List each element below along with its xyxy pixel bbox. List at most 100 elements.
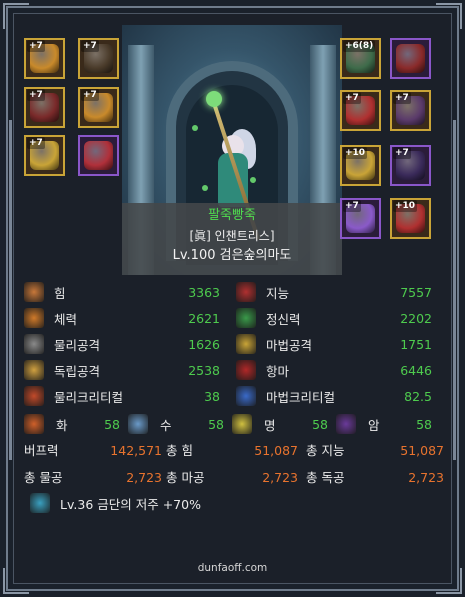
stat-value: 1626 — [188, 336, 220, 352]
leaf-particle — [202, 185, 208, 191]
character-name: 팔죽빵죽 — [208, 208, 256, 223]
vitality-icon — [24, 308, 44, 328]
stat-label: 정신력 — [266, 311, 301, 327]
equipment-slot[interactable]: +7 — [78, 87, 119, 128]
curse-text: Lv.36 금단의 저주 +70% — [60, 496, 201, 512]
stat-row: 마법크리티컬 82.5 — [236, 385, 432, 407]
site-watermark: dunfaoff.com — [197, 562, 268, 574]
stat-value: 2202 — [400, 310, 432, 326]
stat-value: 3363 — [188, 284, 220, 300]
stat-label: 물리크리티컬 — [54, 389, 124, 405]
total-value: 2,723 — [262, 470, 298, 485]
equipment-slot[interactable]: +6(8) — [340, 38, 381, 79]
stat-value: 2621 — [188, 310, 220, 326]
element-label: 수 — [160, 417, 172, 433]
element-resist: 암 58 — [336, 413, 440, 435]
reinforce-badge: +7 — [27, 89, 45, 101]
leaf-particle — [192, 125, 198, 131]
equipment-slot[interactable]: +7 — [78, 38, 119, 79]
reinforce-badge: +7 — [343, 92, 361, 104]
character-title: [眞] 인챈트리스] — [189, 229, 275, 243]
total-label: 총 독공 — [306, 470, 345, 485]
element-resist: 수 58 — [128, 413, 232, 435]
frame-side-ornament — [9, 120, 12, 460]
reinforce-badge: +7 — [393, 147, 411, 159]
total-label: 총 마공 — [166, 470, 205, 485]
stat-value: 7557 — [400, 284, 432, 300]
element-value: 58 — [416, 416, 432, 432]
dark-icon — [336, 414, 356, 434]
curse-icon — [30, 493, 50, 513]
character-level: Lv.100 검은숲의마도 — [172, 248, 292, 263]
reinforce-badge: +7 — [27, 40, 45, 52]
equipment-slot[interactable] — [390, 38, 431, 79]
total-label: 총 물공 — [24, 470, 63, 485]
stat-value: 1751 — [400, 336, 432, 352]
anti-magic-icon — [236, 360, 256, 380]
stat-label: 항마 — [266, 363, 290, 379]
reinforce-badge: +7 — [343, 200, 361, 212]
stat-value: 38 — [204, 388, 220, 404]
stat-row: 마법공격 1751 — [236, 333, 432, 355]
element-value: 58 — [312, 416, 328, 432]
element-resist: 명 58 — [232, 413, 336, 435]
stat-row: 독립공격 2538 — [24, 359, 220, 381]
light-icon — [232, 414, 252, 434]
magic-attack-icon — [236, 334, 256, 354]
equipment-slot[interactable]: +7 — [390, 145, 431, 186]
reinforce-badge: +7 — [393, 92, 411, 104]
spirit-icon — [236, 308, 256, 328]
frame-corner-ornament — [436, 3, 462, 29]
stat-row: 물리크리티컬 38 — [24, 385, 220, 407]
element-resist: 화 58 — [24, 413, 128, 435]
stat-label: 힘 — [54, 285, 66, 301]
buff-label: 버프력 — [24, 443, 59, 458]
staff-orb-icon — [206, 91, 222, 107]
equipment-slot[interactable]: +10 — [340, 145, 381, 186]
water-icon — [128, 414, 148, 434]
stat-row: 항마 6446 — [236, 359, 432, 381]
creature-icon — [396, 44, 425, 73]
stat-value: 2538 — [188, 362, 220, 378]
frame-corner-ornament — [3, 3, 29, 29]
stat-row: 힘 3363 — [24, 281, 220, 303]
title-avatar-icon — [84, 141, 113, 170]
element-label: 화 — [56, 417, 68, 433]
reinforce-badge: +10 — [343, 147, 368, 159]
leaf-particle — [250, 177, 256, 183]
buff-value: 142,571 — [110, 443, 162, 458]
equipment-slot[interactable]: +10 — [390, 198, 431, 239]
reinforce-badge: +10 — [393, 200, 418, 212]
equipment-slot[interactable]: +7 — [390, 90, 431, 131]
total-value: 2,723 — [408, 470, 444, 485]
fire-icon — [24, 414, 44, 434]
stat-value: 6446 — [400, 362, 432, 378]
equipment-slot[interactable]: +7 — [340, 198, 381, 239]
strength-icon — [24, 282, 44, 302]
stat-label: 물리공격 — [54, 337, 101, 353]
element-value: 58 — [104, 416, 120, 432]
total-value: 2,723 — [126, 470, 162, 485]
independent-attack-icon — [24, 360, 44, 380]
stat-row: 체력 2621 — [24, 307, 220, 329]
intelligence-icon — [236, 282, 256, 302]
frame-side-ornament — [453, 120, 456, 460]
stat-label: 마법공격 — [266, 337, 313, 353]
curse-row: Lv.36 금단의 저주 +70% — [30, 492, 201, 514]
character-name-plate: 팔죽빵죽 [眞] 인챈트리스] Lv.100 검은숲의마도 — [122, 203, 342, 275]
stat-row: 정신력 2202 — [236, 307, 432, 329]
stat-label: 지능 — [266, 285, 290, 301]
equipment-slot[interactable]: +7 — [24, 38, 65, 79]
equipment-slot[interactable]: +7 — [24, 135, 65, 176]
buff-value: 51,087 — [254, 443, 298, 458]
reinforce-badge: +7 — [81, 40, 99, 52]
stat-label: 체력 — [54, 311, 78, 327]
buff-label: 총 힘 — [166, 443, 193, 458]
physical-attack-icon — [24, 334, 44, 354]
physical-crit-icon — [24, 386, 44, 406]
reinforce-badge: +7 — [81, 89, 99, 101]
equipment-slot[interactable]: +7 — [24, 87, 65, 128]
equipment-slot[interactable]: +7 — [340, 90, 381, 131]
equipment-slot[interactable] — [78, 135, 119, 176]
reinforce-badge: +6(8) — [343, 40, 376, 52]
